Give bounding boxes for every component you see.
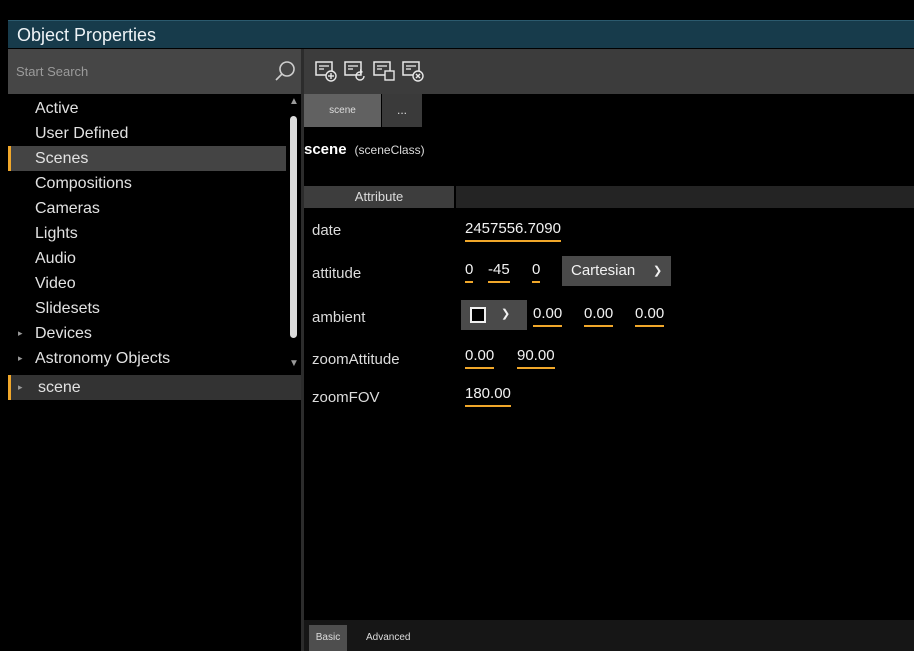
delete-object-icon[interactable]	[401, 59, 425, 83]
tree-item-lights[interactable]: Lights	[8, 221, 286, 246]
scroll-thumb[interactable]	[290, 116, 297, 338]
attr-name-zoom-fov: zoomFOV	[312, 389, 380, 406]
reset-object-icon[interactable]	[343, 59, 367, 83]
attr-name-zoom-attitude: zoomAttitude	[312, 351, 400, 368]
toolbar	[304, 49, 914, 94]
search-input[interactable]	[8, 49, 268, 94]
tree-item-video[interactable]: Video	[8, 271, 286, 296]
expand-caret-icon[interactable]: ▸	[18, 375, 23, 400]
object-class: (sceneClass)	[354, 143, 425, 157]
object-header: scene (sceneClass)	[304, 141, 425, 158]
zoom-attitude-y-field[interactable]: 90.00	[517, 347, 555, 369]
attr-row-zoom-attitude: zoomAttitude 0.00 90.00	[304, 339, 914, 379]
attitude-mode-dropdown[interactable]: Cartesian ❯	[562, 256, 671, 286]
ambient-color-picker[interactable]: ❯	[461, 300, 527, 330]
object-name: scene	[304, 141, 347, 158]
tab-advanced[interactable]: Advanced	[366, 625, 410, 651]
chevron-down-icon: ❯	[653, 265, 663, 277]
tab-scene[interactable]: scene	[304, 94, 381, 127]
tree-scrollbar[interactable]: ▲ ▼	[287, 96, 301, 376]
tree-item-compositions[interactable]: Compositions	[8, 171, 286, 196]
tab-basic[interactable]: Basic	[309, 625, 347, 651]
add-object-icon[interactable]	[314, 59, 338, 83]
object-properties-window: Object Properties Active User Defined Sc…	[0, 0, 914, 651]
scroll-down-icon[interactable]: ▼	[289, 358, 299, 369]
title-bar: Object Properties	[8, 20, 914, 48]
tree-item-slidesets[interactable]: Slidesets	[8, 296, 286, 321]
tree-item-scene[interactable]: ▸ scene	[8, 375, 301, 400]
color-swatch	[470, 307, 486, 323]
tree-item-active[interactable]: Active	[8, 96, 286, 121]
attr-name-ambient: ambient	[312, 309, 366, 326]
object-tree: Active User Defined Scenes Compositions …	[8, 94, 301, 651]
attr-row-date: date 2457556.7090	[304, 212, 914, 252]
search-icon[interactable]	[274, 60, 296, 82]
tab-more[interactable]: ...	[382, 94, 422, 127]
chevron-down-icon: ❯	[501, 308, 511, 320]
tree-item-user-defined[interactable]: User Defined	[8, 121, 286, 146]
attribute-header: Attribute	[304, 186, 914, 208]
properties-panel: scene ... scene (sceneClass) Attribute da…	[304, 49, 914, 651]
tree-item-cameras[interactable]: Cameras	[8, 196, 286, 221]
date-value-field[interactable]: 2457556.7090	[465, 220, 561, 242]
scroll-up-icon[interactable]: ▲	[289, 96, 299, 107]
attitude-z-field[interactable]: 0	[532, 261, 541, 283]
attribute-column-header: Attribute	[304, 186, 454, 208]
ambient-r-field[interactable]: 0.00	[533, 305, 563, 327]
expand-caret-icon[interactable]: ▸	[18, 321, 23, 346]
zoom-attitude-x-field[interactable]: 0.00	[465, 347, 495, 369]
copy-object-icon[interactable]	[372, 59, 396, 83]
attr-row-zoom-fov: zoomFOV 180.00	[304, 377, 914, 417]
value-column-header	[456, 186, 914, 208]
ambient-b-field[interactable]: 0.00	[635, 305, 665, 327]
object-tabs: scene ...	[304, 94, 914, 127]
attitude-x-field[interactable]: 0	[465, 261, 474, 283]
expand-caret-icon[interactable]: ▸	[18, 346, 23, 371]
search-bar	[8, 49, 301, 94]
window-title: Object Properties	[17, 25, 157, 45]
ambient-g-field[interactable]: 0.00	[584, 305, 614, 327]
attitude-mode-value: Cartesian	[571, 262, 636, 279]
attr-name-date: date	[312, 222, 342, 239]
left-panel: Active User Defined Scenes Compositions …	[8, 49, 301, 651]
tree-item-scenes[interactable]: Scenes	[8, 146, 286, 171]
tree-item-devices[interactable]: ▸ Devices	[8, 321, 286, 346]
zoom-fov-field[interactable]: 180.00	[465, 385, 511, 407]
attr-row-attitude: attitude 0 -45 0 Cartesian ❯	[304, 253, 914, 293]
attr-name-attitude: attitude	[312, 265, 362, 282]
attr-row-ambient: ambient ❯ 0.00 0.00 0.00	[304, 297, 914, 337]
tree-item-audio[interactable]: Audio	[8, 246, 286, 271]
attitude-y-field[interactable]: -45	[488, 261, 510, 283]
mode-tabs: Basic Advanced	[304, 620, 914, 651]
tree-item-astronomy-objects[interactable]: ▸ Astronomy Objects	[8, 346, 286, 371]
